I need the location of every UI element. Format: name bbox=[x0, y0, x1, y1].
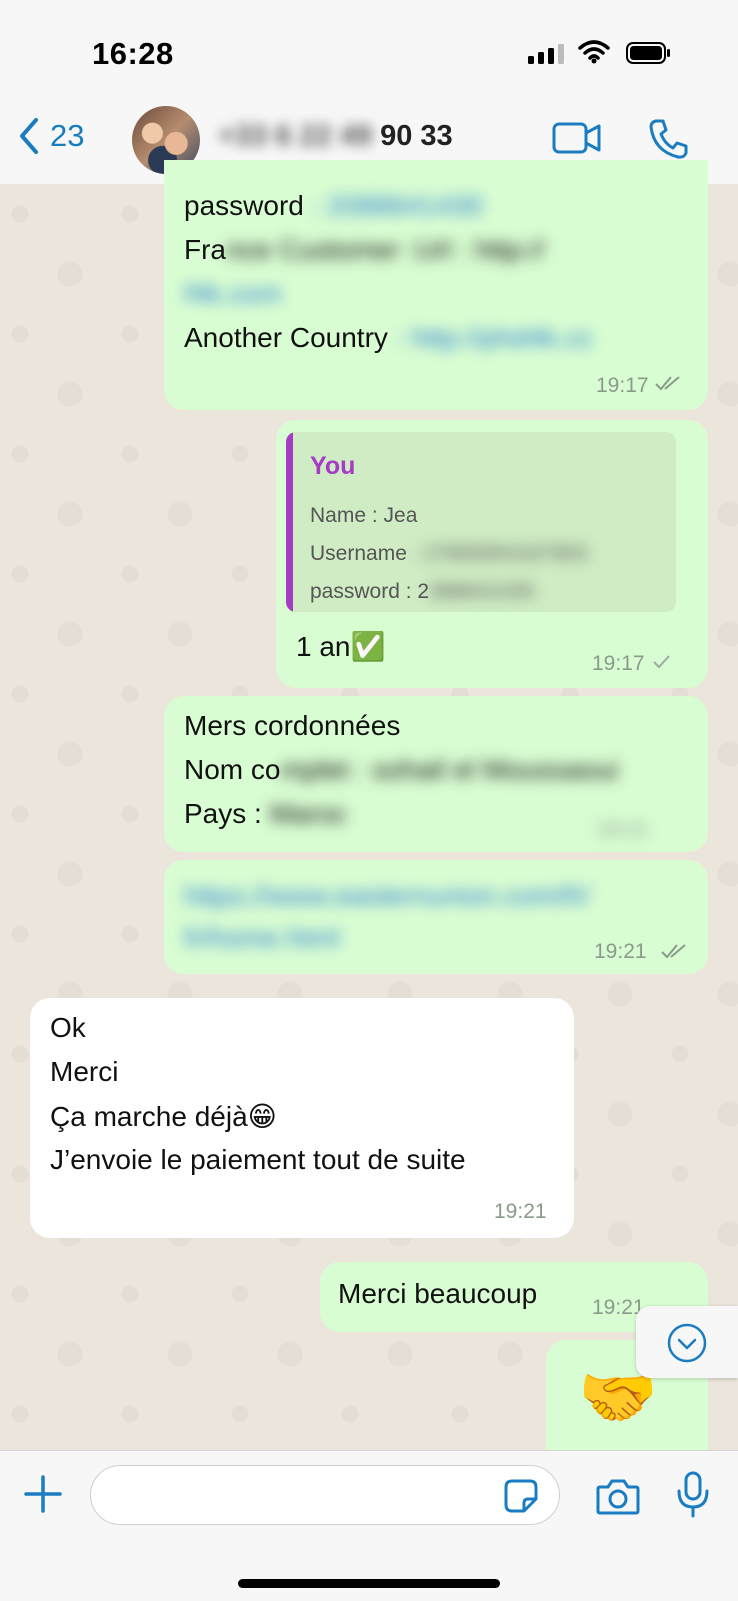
sticker-icon[interactable] bbox=[504, 1479, 538, 1513]
message-line: Ok bbox=[50, 1012, 86, 1043]
message-bubble-outgoing[interactable]: https://www.easternunion.com/fr/ fr/home… bbox=[164, 860, 708, 974]
message-text: 1 an✅ bbox=[296, 631, 386, 662]
message-time: 19:17 bbox=[592, 652, 645, 675]
double-check-icon bbox=[655, 376, 680, 391]
message-line: Merci bbox=[50, 1056, 119, 1087]
quote-author: You bbox=[310, 452, 356, 480]
quote-line: Username : 27665954167903 bbox=[310, 542, 588, 565]
message-line: Nom complet : sohail el Moussaoui bbox=[184, 754, 619, 785]
message-time: 19:21 bbox=[596, 818, 649, 841]
home-indicator[interactable] bbox=[238, 1579, 500, 1588]
message-link[interactable]: https://www.easternunion.com/fr/ bbox=[184, 880, 590, 912]
chevron-left-icon bbox=[20, 118, 38, 154]
chevron-down-icon bbox=[667, 1323, 707, 1363]
quote-line: Name : Jea bbox=[310, 504, 418, 527]
message-link[interactable]: fr/home.html bbox=[184, 922, 340, 954]
message-bubble-outgoing[interactable]: Mers cordonnées Nom complet : sohail el … bbox=[164, 696, 708, 852]
cellular-signal-icon bbox=[528, 44, 564, 64]
quoted-message[interactable]: You Name : Jea Username : 27665954167903… bbox=[286, 432, 676, 612]
camera-icon[interactable] bbox=[596, 1477, 640, 1515]
message-time: 19:21 bbox=[594, 940, 647, 963]
plus-icon[interactable] bbox=[24, 1475, 62, 1513]
message-line: France Customer :Url : http:// bbox=[184, 234, 545, 265]
contact-name[interactable]: +33 6 22 49 90 33 bbox=[218, 120, 453, 153]
message-input[interactable] bbox=[113, 1466, 497, 1524]
message-time: 19:21 bbox=[494, 1200, 547, 1223]
battery-icon bbox=[626, 42, 670, 64]
status-time: 16:28 bbox=[92, 36, 174, 71]
back-button[interactable]: 23 bbox=[16, 116, 84, 156]
quote-line: password : 2088641430 bbox=[310, 580, 535, 603]
message-bubble-outgoing[interactable]: password : 2088641430 France Customer :U… bbox=[164, 160, 708, 410]
contact-name-hidden: +33 6 22 49 bbox=[218, 120, 373, 152]
single-check-icon bbox=[653, 655, 670, 669]
video-call-icon[interactable] bbox=[552, 120, 602, 156]
message-input-container[interactable] bbox=[90, 1465, 560, 1525]
wifi-icon bbox=[578, 40, 610, 64]
message-line: password : 2088641430 bbox=[184, 190, 483, 221]
double-check-icon bbox=[661, 944, 686, 959]
message-bubble-incoming[interactable]: Ok Merci Ça marche déjà😁 J’envoie le pai… bbox=[30, 998, 574, 1238]
message-line: Pays : Maroc bbox=[184, 798, 348, 829]
message-text: Merci beaucoup bbox=[338, 1278, 538, 1309]
message-bubble-outgoing[interactable]: You Name : Jea Username : 27665954167903… bbox=[276, 420, 708, 688]
quote-accent-bar bbox=[286, 432, 293, 612]
message-line: Ça marche déjà😁 bbox=[50, 1101, 277, 1132]
message-line: J’envoie le paiement tout de suite bbox=[50, 1144, 466, 1175]
message-line: Another Country : http://phd4k.cc bbox=[184, 322, 594, 353]
contact-name-visible: 90 33 bbox=[380, 120, 453, 152]
status-bar: 16:28 bbox=[0, 0, 738, 100]
phone-call-icon[interactable] bbox=[648, 118, 688, 160]
input-bar bbox=[0, 1450, 738, 1601]
microphone-icon[interactable] bbox=[676, 1471, 710, 1519]
scroll-to-bottom-button[interactable] bbox=[636, 1306, 738, 1378]
message-time: 19:17 bbox=[596, 374, 649, 397]
message-line: Mers cordonnées bbox=[184, 710, 401, 741]
unread-count: 23 bbox=[50, 118, 85, 153]
message-link[interactable]: f4k.com bbox=[184, 278, 282, 310]
